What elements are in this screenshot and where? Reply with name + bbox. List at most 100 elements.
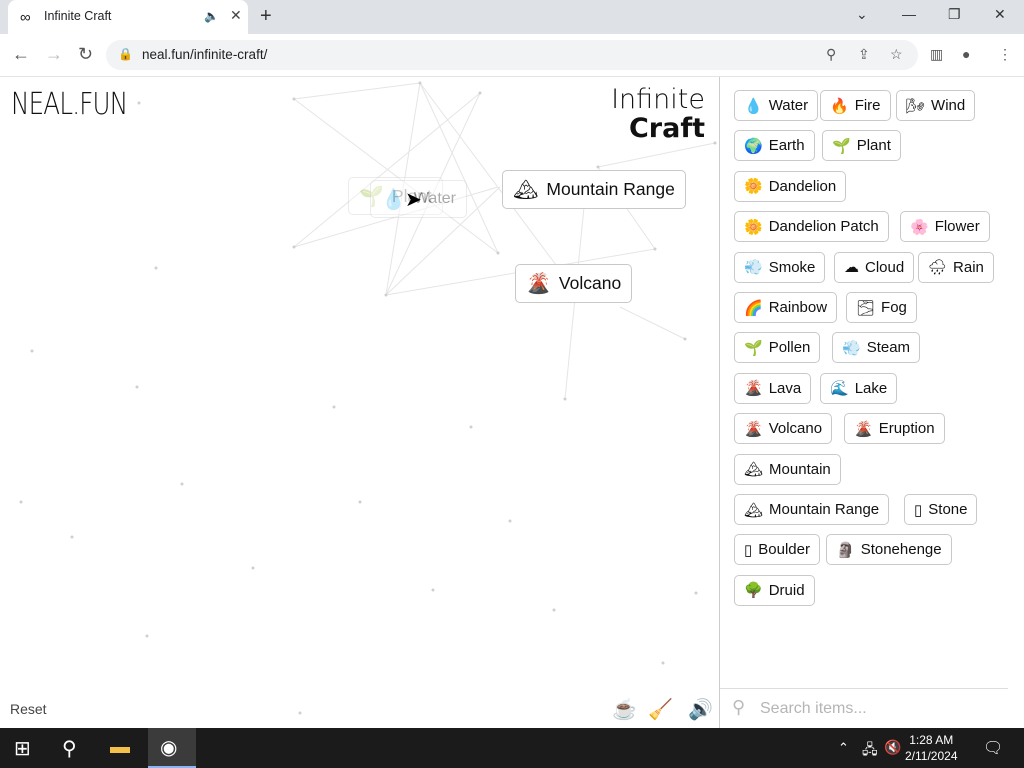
new-tab-button[interactable]: + (260, 5, 272, 28)
sidebar-item-label: Pollen (768, 339, 811, 357)
sidebar-item-rainbow[interactable]: 🌈 Rainbow (734, 292, 838, 323)
chrome-taskbar-button[interactable]: ◉ (148, 728, 196, 768)
tab-close-icon[interactable]: ✕ (230, 7, 242, 24)
share-icon[interactable]: ⇪ (858, 46, 870, 63)
clock-date: 2/11/2024 (905, 749, 958, 763)
forward-arrow-icon[interactable]: → (45, 44, 63, 65)
canvas-item-volcano[interactable]: 🌋 Volcano (515, 264, 633, 303)
item-emoji-icon: 🌳 (744, 582, 763, 600)
volume-muted-icon[interactable]: 🔇 (884, 739, 901, 756)
item-emoji-icon: 🏔 (744, 461, 764, 479)
browser-toolbar: ← → ↻ 🔒 neal.fun/infinite-craft/ ⚲ ⇪ ☆ ▥… (0, 34, 1024, 77)
item-emoji-icon: 🌱 (744, 339, 763, 357)
browser-tab-strip: ∞ Infinite Craft 🔈 ✕ + ⌄ — ❐ ✕ (0, 0, 1024, 34)
sidebar-item-stone[interactable]: ▯ Stone (904, 494, 978, 525)
speaker-icon[interactable]: 🔈 (204, 9, 219, 23)
bookmark-star-icon[interactable]: ☆ (890, 46, 903, 63)
network-icon[interactable]: 🖧 (862, 739, 878, 763)
side-panel-icon[interactable]: ▥ (930, 46, 943, 63)
sidebar-item-wind[interactable]: 🌬 Wind (896, 90, 976, 121)
item-emoji-icon: 🌸 (910, 218, 929, 236)
sidebar-item-flower[interactable]: 🌸 Flower (900, 211, 990, 243)
sidebar-item-fog[interactable]: 🌫 Fog (846, 292, 917, 323)
item-emoji-icon: 🔥 (830, 97, 849, 115)
sidebar-scrollbar[interactable] (1008, 77, 1024, 728)
address-bar[interactable]: 🔒 neal.fun/infinite-craft/ ⚲ ⇪ ☆ (106, 40, 918, 70)
sidebar-item-plant[interactable]: 🌱 Plant (822, 130, 901, 162)
sidebar-item-pollen[interactable]: 🌱 Pollen (734, 332, 821, 364)
sidebar-item-label: Boulder (758, 541, 810, 559)
brand-line-craft: Craft (628, 113, 705, 144)
neal-fun-logo[interactable]: NEAL.FUN (11, 87, 128, 122)
reset-button[interactable]: Reset (10, 701, 47, 717)
search-icon[interactable]: ⚲ (826, 46, 836, 63)
sidebar-item-water[interactable]: 💧 Water (734, 90, 819, 121)
item-emoji-icon: 🌈 (744, 299, 763, 317)
sidebar-item-stonehenge[interactable]: 🗿 Stonehenge (826, 534, 952, 566)
url-text[interactable]: neal.fun/infinite-craft/ (142, 47, 267, 62)
sidebar-item-boulder[interactable]: ▯ Boulder (734, 534, 820, 566)
sidebar-item-eruption[interactable]: 🌋 Eruption (844, 413, 945, 445)
canvas-item-label: Mountain Range (546, 179, 675, 199)
show-hidden-icons-chevron-icon[interactable]: ⌃ (838, 740, 849, 756)
sound-icon[interactable]: 🔊 (688, 697, 713, 722)
system-clock[interactable]: 1:28 AM 2/11/2024 (905, 732, 958, 764)
item-emoji-icon: 🏔 (744, 501, 764, 519)
sidebar-item-label: Stone (928, 501, 968, 518)
windows-start-icon[interactable]: ⊞ (14, 736, 31, 761)
restore-button[interactable]: ❐ (948, 6, 961, 23)
minimize-button[interactable]: — (902, 6, 916, 22)
item-emoji-icon: 🌋 (744, 420, 763, 438)
item-emoji-icon: 🌋 (744, 380, 763, 398)
sidebar-item-lava[interactable]: 🌋 Lava (734, 372, 812, 404)
mouse-pointer-icon: ➤ (405, 189, 422, 211)
sidebar-item-earth[interactable]: 🌍 Earth (734, 130, 815, 162)
profile-avatar-icon[interactable]: ● (962, 46, 970, 62)
sidebar-item-label: Rain (953, 258, 984, 276)
sidebar-item-druid[interactable]: 🌳 Druid (734, 574, 815, 606)
volcano-icon: 🌋 (526, 273, 551, 295)
coffee-cup-icon[interactable]: ☕ (612, 697, 637, 722)
sidebar-item-label: Plant (856, 137, 891, 155)
sidebar-item-label: Druid (768, 581, 805, 599)
close-window-button[interactable]: ✕ (994, 6, 1006, 23)
tab-search-chevron-icon[interactable]: ⌄ (856, 6, 868, 23)
file-explorer-icon[interactable]: ▬ (110, 736, 130, 759)
kebab-menu-icon[interactable]: ⋮ (998, 46, 1012, 63)
sidebar-item-fire[interactable]: 🔥 Fire (820, 90, 891, 121)
sidebar-item-smoke[interactable]: 💨 Smoke (734, 251, 826, 283)
sidebar-item-steam[interactable]: 💨 Steam (832, 332, 921, 364)
item-emoji-icon: 🌱 (832, 137, 851, 155)
back-arrow-icon[interactable]: ← (12, 44, 30, 65)
canvas-item-mountain-range[interactable]: 🏔 Mountain Range (502, 170, 686, 209)
sidebar-item-volcano[interactable]: 🌋 Volcano (734, 413, 833, 445)
sidebar-item-label: Flower (934, 218, 980, 236)
item-emoji-icon: ▯ (914, 501, 923, 519)
notifications-icon[interactable]: 🗨 (983, 738, 1003, 758)
sidebar-item-dandelion[interactable]: 🌼 Dandelion (734, 170, 847, 202)
sidebar-item-mountain[interactable]: 🏔 Mountain (734, 453, 841, 485)
sidebar-item-rain[interactable]: 🌧 Rain (918, 251, 994, 283)
search-icon[interactable]: ⚲ (62, 736, 77, 761)
item-emoji-icon: 💧 (744, 97, 763, 115)
item-emoji-icon: 🌍 (744, 137, 763, 155)
sidebar-item-label: Mountain (769, 460, 831, 478)
item-emoji-icon: 💨 (744, 259, 763, 277)
sidebar-item-label: Lava (768, 379, 802, 397)
reload-icon[interactable]: ↻ (78, 44, 93, 65)
water-drop-icon: 💧 (381, 188, 406, 211)
sidebar-item-mountain-range[interactable]: 🏔 Mountain Range (734, 494, 890, 525)
lock-icon[interactable]: 🔒 (118, 47, 133, 61)
sidebar-item-cloud[interactable]: ☁ Cloud (834, 251, 915, 283)
sidebar-item-dandelion-patch[interactable]: 🌼 Dandelion Patch (734, 211, 889, 243)
sidebar-item-label: Lake (854, 379, 888, 397)
browser-tab[interactable]: ∞ Infinite Craft 🔈 ✕ (8, 0, 248, 34)
sidebar-item-lake[interactable]: 🌊 Lake (820, 372, 898, 404)
craft-canvas[interactable]: NEAL.FUN Infinite Craft 🌱 Plant 💧 Water … (0, 77, 719, 728)
item-emoji-icon: 🌊 (830, 380, 849, 398)
broom-clear-icon[interactable]: 🧹 (648, 697, 673, 722)
items-sidebar: 💧 Water 🔥 Fire 🌬 Wind 🌍 Earth 🌱 Plant 🌼 Dandelion 🌼 D… (719, 77, 1024, 728)
item-emoji-icon: ▯ (744, 541, 753, 559)
sidebar-item-label: Mountain Range (769, 501, 880, 518)
search-input[interactable] (760, 698, 990, 720)
